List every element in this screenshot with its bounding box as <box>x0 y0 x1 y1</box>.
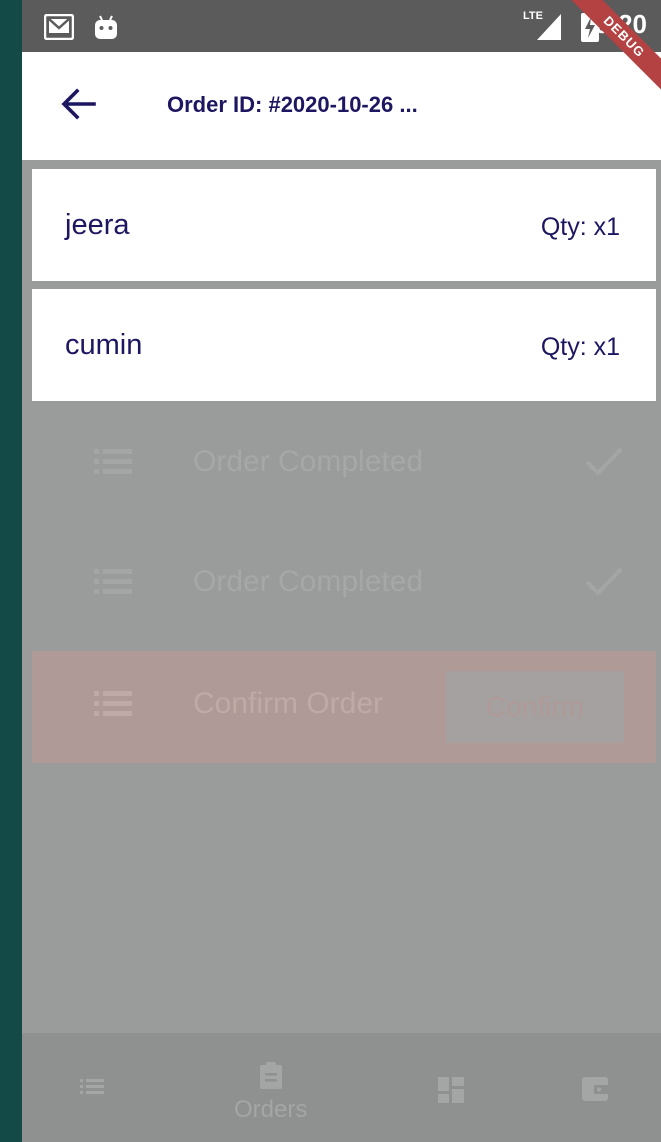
item-quantity: Qty: x1 <box>540 333 620 361</box>
item-name: cumin <box>65 329 143 361</box>
device-frame <box>0 0 22 1142</box>
confirm-order-row: Confirm Order Confirm <box>32 651 656 763</box>
nav-wallet[interactable] <box>582 1077 608 1106</box>
order-item-card[interactable]: jeera Qty: x1 <box>32 169 656 281</box>
check-icon <box>584 445 624 482</box>
item-quantity: Qty: x1 <box>540 213 620 241</box>
list-icon <box>94 449 132 480</box>
signal-icon <box>537 14 561 45</box>
order-status-row: Order Completed <box>32 529 656 641</box>
list-icon <box>80 1079 104 1100</box>
status-bar: LTE 8:20 DEBUG <box>22 0 661 98</box>
dashboard-icon <box>438 1077 464 1108</box>
app-bar: Order ID: #2020-10-26 ... <box>22 52 661 160</box>
clipboard-icon <box>259 1061 283 1094</box>
nav-orders[interactable]: Orders <box>234 1061 307 1124</box>
nav-list[interactable] <box>80 1079 104 1100</box>
wallet-icon <box>582 1077 608 1106</box>
confirm-order-label: Confirm Order <box>193 687 384 720</box>
check-icon <box>584 565 624 602</box>
back-arrow-icon <box>60 87 96 125</box>
bottom-navigation: Orders <box>22 1033 661 1142</box>
gmail-icon <box>43 13 75 45</box>
app-screen: Order Completed Order Completed Confirm … <box>22 0 661 1142</box>
back-button[interactable] <box>58 86 98 126</box>
nav-dashboard[interactable] <box>438 1077 464 1108</box>
page-title: Order ID: #2020-10-26 ... <box>167 92 418 117</box>
order-status-row: Order Completed <box>32 409 656 521</box>
order-status-label: Order Completed <box>193 445 424 478</box>
android-icon <box>94 14 118 45</box>
nav-orders-label: Orders <box>234 1096 308 1123</box>
confirm-button[interactable]: Confirm <box>446 671 624 743</box>
item-name: jeera <box>65 209 130 241</box>
order-item-card[interactable]: cumin Qty: x1 <box>32 289 656 401</box>
list-icon <box>94 569 132 600</box>
list-icon <box>94 691 132 722</box>
order-status-label: Order Completed <box>193 565 424 598</box>
